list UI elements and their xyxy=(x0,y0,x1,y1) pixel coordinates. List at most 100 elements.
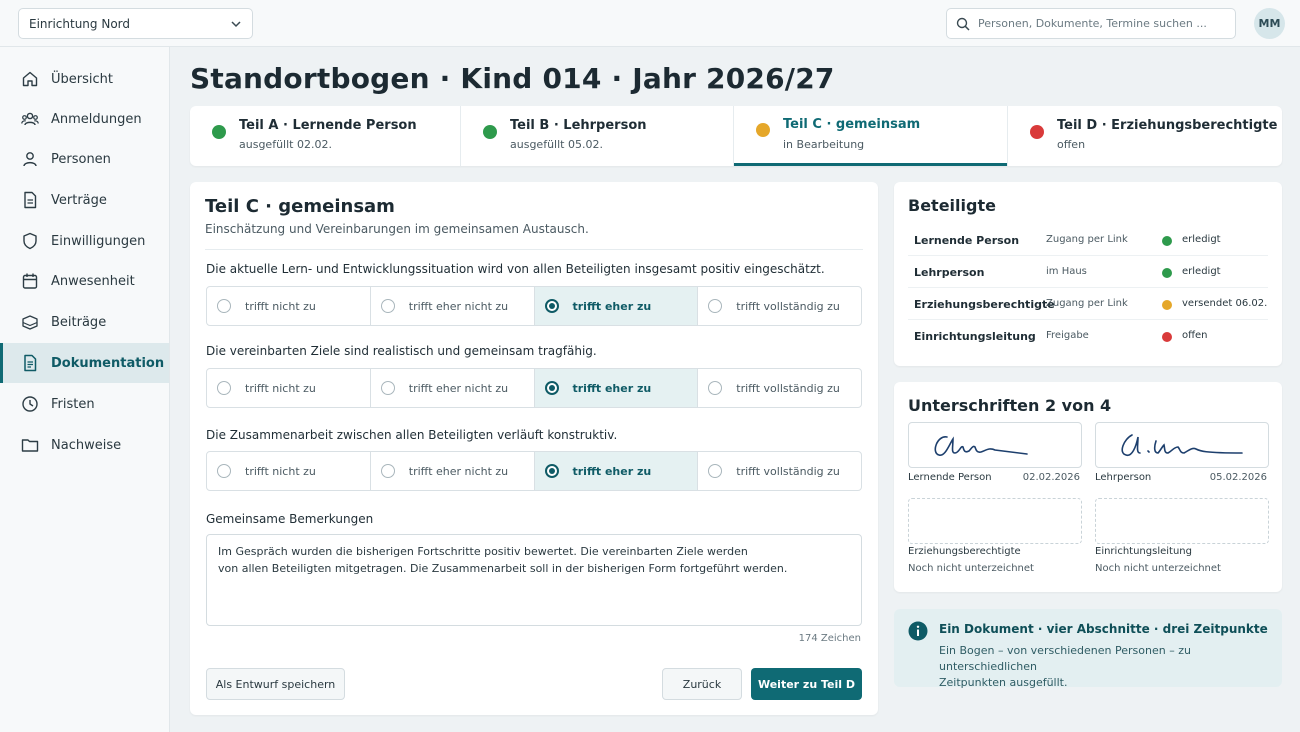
step-title: Teil B · Lehrperson xyxy=(510,118,647,133)
radio[interactable] xyxy=(544,381,559,395)
step-tabs: Teil A · Lernende Person ausgefüllt 02.0… xyxy=(190,106,1282,166)
chevron-down-icon xyxy=(231,21,241,28)
status-dot xyxy=(1162,268,1172,278)
tab-teil-a[interactable]: Teil A · Lernende Person ausgefüllt 02.0… xyxy=(190,106,461,166)
clock-icon xyxy=(22,396,38,412)
radio[interactable] xyxy=(708,381,723,395)
sidebar-item-vertraege[interactable]: Verträge xyxy=(0,180,169,220)
status-dot xyxy=(1162,300,1172,310)
option-label: trifft eher nicht zu xyxy=(408,299,509,313)
participant-name: Lehrperson xyxy=(914,266,985,279)
participant-row: Erziehungsberechtigte Zugang per Link ve… xyxy=(908,289,1268,320)
radio[interactable] xyxy=(217,464,231,478)
info-box: Ein Dokument · vier Abschnitte · drei Ze… xyxy=(894,609,1282,689)
status-dot xyxy=(212,125,226,139)
signature-image xyxy=(1121,434,1243,457)
option-trifft-nicht-zu[interactable]: trifft nicht zu xyxy=(207,369,371,407)
tab-teil-d[interactable]: Teil D · Erziehungsberechtigte offen xyxy=(1008,106,1282,166)
back-button[interactable]: Zurück xyxy=(662,668,742,700)
section-title: Teil C · gemeinsam xyxy=(205,196,395,217)
participant-row: Lernende Person Zugang per Link erledigt xyxy=(908,225,1268,256)
search-icon xyxy=(956,17,970,31)
sidebar-item-label: Anwesenheit xyxy=(51,273,135,289)
sidebar-item-personen[interactable]: Personen xyxy=(0,139,169,179)
option-trifft-eher-nicht-zu[interactable]: trifft eher nicht zu xyxy=(371,452,535,490)
users-icon xyxy=(21,112,39,126)
signature-name: Lehrperson xyxy=(1095,472,1152,483)
option-trifft-vollstaendig-zu[interactable]: trifft vollständig zu xyxy=(698,369,861,407)
radio[interactable] xyxy=(544,299,559,313)
likert-scale-2: trifft nicht zu trifft eher nicht zu tri… xyxy=(206,368,862,408)
info-line: Ein Bogen – von verschiedenen Personen –… xyxy=(939,644,1191,673)
option-trifft-vollstaendig-zu[interactable]: trifft vollständig zu xyxy=(698,287,861,325)
tab-teil-b[interactable]: Teil B · Lehrperson ausgefüllt 05.02. xyxy=(461,106,734,166)
info-icon xyxy=(908,621,928,641)
remarks-label: Gemeinsame Bemerkungen xyxy=(206,512,374,526)
option-trifft-nicht-zu[interactable]: trifft nicht zu xyxy=(207,287,371,325)
signature-field-einrichtungsleitung[interactable] xyxy=(1095,498,1269,544)
radio[interactable] xyxy=(708,464,723,478)
signatures-card: Unterschriften 2 von 4 Lernende Person 0… xyxy=(894,382,1282,592)
search-input[interactable]: Personen, Dokumente, Termine suchen ... xyxy=(946,8,1236,39)
person-icon xyxy=(23,152,37,167)
option-label: trifft eher zu xyxy=(572,464,652,478)
section-subtitle: Einschätzung und Vereinbarungen im gemei… xyxy=(205,222,589,236)
sidebar-item-label: Einwilligungen xyxy=(51,233,146,249)
info-text: Ein Bogen – von verschiedenen Personen –… xyxy=(939,643,1269,691)
sidebar-item-beitraege[interactable]: Beiträge xyxy=(0,302,169,342)
organization-select-value: Einrichtung Nord xyxy=(29,16,130,31)
remarks-textarea[interactable]: Im Gespräch wurden die bisherigen Fortsc… xyxy=(206,534,862,626)
sidebar-item-nachweise[interactable]: Nachweise xyxy=(0,425,169,465)
step-title: Teil C · gemeinsam xyxy=(783,117,921,132)
step-status: offen xyxy=(1057,138,1086,151)
question-1: Die aktuelle Lern- und Entwicklungssitua… xyxy=(206,262,825,276)
sidebar-item-fristen[interactable]: Fristen xyxy=(0,384,169,424)
radio[interactable] xyxy=(380,464,395,478)
sidebar-item-anwesenheit[interactable]: Anwesenheit xyxy=(0,261,169,301)
money-icon xyxy=(22,315,38,330)
option-trifft-eher-zu[interactable]: trifft eher zu xyxy=(534,287,699,325)
radio[interactable] xyxy=(708,299,723,313)
option-label: trifft vollständig zu xyxy=(736,464,840,478)
participant-status: erledigt xyxy=(1182,266,1221,277)
save-draft-button[interactable]: Als Entwurf speichern xyxy=(206,668,345,700)
avatar[interactable]: MM xyxy=(1254,8,1285,39)
calendar-icon xyxy=(22,273,38,289)
sidebar-item-anmeldungen[interactable]: Anmeldungen xyxy=(0,99,169,139)
status-dot xyxy=(1162,332,1172,342)
option-trifft-eher-zu[interactable]: trifft eher zu xyxy=(534,369,699,407)
sidebar-item-einwilligungen[interactable]: Einwilligungen xyxy=(0,221,169,261)
sidebar-item-label: Fristen xyxy=(51,396,95,412)
sidebar: Übersicht Anmeldungen Personen Verträge … xyxy=(0,47,170,732)
sidebar-item-dokumentation[interactable]: Dokumentation xyxy=(0,343,169,383)
option-trifft-vollstaendig-zu[interactable]: trifft vollständig zu xyxy=(698,452,861,490)
radio[interactable] xyxy=(217,299,231,313)
organization-select[interactable]: Einrichtung Nord xyxy=(18,8,253,39)
radio[interactable] xyxy=(217,381,231,395)
signature-field-lernende-person xyxy=(908,422,1082,468)
participant-access: Zugang per Link xyxy=(1046,234,1128,245)
option-label: trifft nicht zu xyxy=(245,299,316,313)
top-bar: Einrichtung Nord Personen, Dokumente, Te… xyxy=(0,0,1300,47)
tab-teil-c[interactable]: Teil C · gemeinsam in Bearbeitung xyxy=(734,106,1008,166)
sidebar-item-label: Dokumentation xyxy=(51,355,165,371)
next-button[interactable]: Weiter zu Teil D xyxy=(751,668,862,700)
option-trifft-nicht-zu[interactable]: trifft nicht zu xyxy=(207,452,371,490)
signature-field-lehrperson xyxy=(1095,422,1269,468)
option-trifft-eher-zu[interactable]: trifft eher zu xyxy=(534,452,699,490)
radio[interactable] xyxy=(544,464,559,478)
radio[interactable] xyxy=(380,381,395,395)
option-trifft-eher-nicht-zu[interactable]: trifft eher nicht zu xyxy=(371,369,535,407)
sidebar-item-label: Beiträge xyxy=(51,314,107,330)
radio[interactable] xyxy=(380,299,395,313)
likert-scale-1: trifft nicht zu trifft eher nicht zu tri… xyxy=(206,286,862,326)
signature-date: 05.02.2026 xyxy=(1209,472,1267,483)
signature-field-erziehungsberechtigte[interactable] xyxy=(908,498,1082,544)
sidebar-item-uebersicht[interactable]: Übersicht xyxy=(0,59,169,99)
step-status: ausgefüllt 05.02. xyxy=(510,138,603,151)
participants-card: Beteiligte Lernende Person Zugang per Li… xyxy=(894,182,1282,366)
participant-name: Erziehungsberechtigte xyxy=(914,298,1055,311)
option-trifft-eher-nicht-zu[interactable]: trifft eher nicht zu xyxy=(371,287,535,325)
divider xyxy=(205,249,863,250)
status-dot xyxy=(483,125,497,139)
